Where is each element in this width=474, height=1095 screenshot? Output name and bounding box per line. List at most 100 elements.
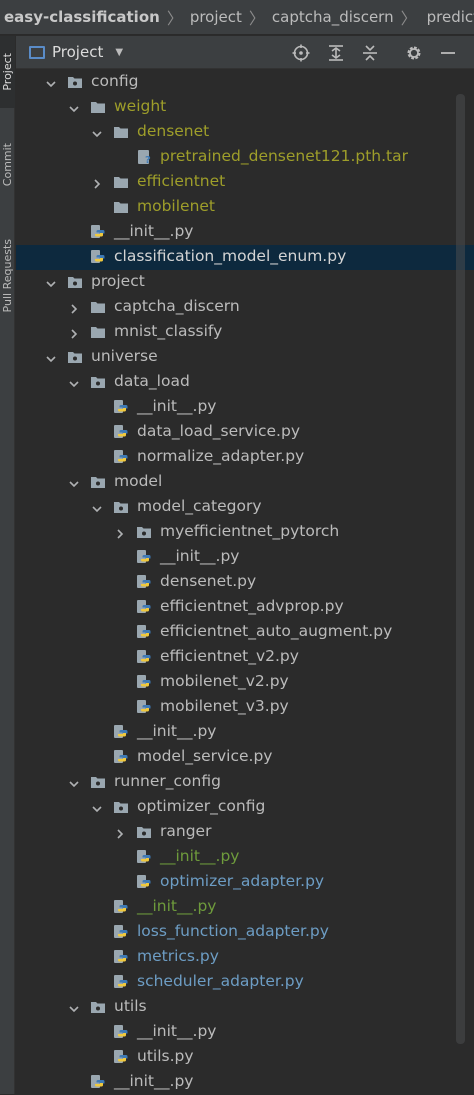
chevron-down-icon[interactable]: ▼ [115,47,123,58]
tree-row[interactable]: loss_function_adapter.py [16,920,474,945]
tree-row[interactable]: classification_model_enum.py [16,245,474,270]
tree-row[interactable]: weight [16,95,474,120]
tree-row[interactable]: mnist_classify [16,320,474,345]
python-file-icon [90,1074,106,1090]
package-folder-icon [67,349,83,365]
chevron-down-icon[interactable] [91,501,103,513]
tree-row[interactable]: mobilenet [16,195,474,220]
chevron-right-icon[interactable] [114,826,126,839]
expand-all-icon[interactable] [326,43,346,63]
tree-row[interactable]: model_category [16,495,474,520]
tree-row[interactable]: data_load [16,370,474,395]
tree-item-label: mobilenet_v3.py [160,697,289,715]
tree-row[interactable]: myefficientnet_pytorch [16,520,474,545]
chevron-right-icon[interactable] [114,526,126,539]
tree-row[interactable]: ranger [16,820,474,845]
window-icon [29,45,45,59]
tree-item-label: efficientnet_auto_augment.py [160,622,393,640]
package-folder-icon [67,74,83,90]
tree-row[interactable]: utils.py [16,1045,474,1070]
chevron-down-icon[interactable] [68,476,80,488]
tree-row[interactable]: captcha_discern [16,295,474,320]
tree-item-label: __init__.py [137,897,217,915]
python-file-icon [136,549,152,565]
tree-row[interactable]: optimizer_adapter.py [16,870,474,895]
tree-row[interactable]: runner_config [16,770,474,795]
tree-row[interactable]: project [16,270,474,295]
tree-row[interactable]: ? pretrained_densenet121.pth.tar [16,145,474,170]
python-file-icon [113,449,129,465]
tree-row[interactable]: data_load_service.py [16,420,474,445]
chevron-down-icon[interactable] [68,101,80,113]
locate-icon[interactable] [291,43,311,63]
tree-item-label: mobilenet [137,197,216,215]
project-tree[interactable]: config weight densenet? pretrained_densenet… [16,70,474,1094]
tree-row[interactable]: __init__.py [16,1070,474,1095]
breadcrumb-item-project[interactable]: project [190,8,242,26]
chevron-right-icon[interactable] [91,176,103,189]
package-folder-icon [90,774,106,790]
tree-row[interactable]: scheduler_adapter.py [16,970,474,995]
tree-row[interactable]: efficientnet_v2.py [16,645,474,670]
chevron-down-icon[interactable] [45,351,57,363]
package-folder-icon [90,999,106,1015]
tree-row[interactable]: optimizer_config [16,795,474,820]
tree-row[interactable]: efficientnet_advprop.py [16,595,474,620]
strip-tab-pull-requests-label: Pull Requests [1,239,14,313]
chevron-down-icon[interactable] [91,126,103,138]
tree-row[interactable]: model_service.py [16,745,474,770]
strip-tab-commit[interactable]: Commit [0,120,15,210]
tree-item-label: __init__.py [137,397,217,415]
breadcrumb-item-captcha[interactable]: captcha_discern [272,8,394,26]
chevron-right-icon: 〉 [248,9,265,28]
tree-row[interactable]: mobilenet_v3.py [16,695,474,720]
tree-row[interactable]: config [16,70,474,95]
minimize-icon[interactable] [438,43,458,63]
tree-row[interactable]: densenet.py [16,570,474,595]
chevron-down-icon[interactable] [68,1001,80,1013]
tree-row[interactable]: __init__.py [16,220,474,245]
tree-row[interactable]: metrics.py [16,945,474,970]
tree-row[interactable]: __init__.py [16,895,474,920]
tree-row[interactable]: utils [16,995,474,1020]
breadcrumb-item-file[interactable]: predict.p [427,8,474,26]
chevron-down-icon[interactable] [68,776,80,788]
chevron-down-icon[interactable] [45,76,57,88]
tree-row[interactable]: __init__.py [16,845,474,870]
chevron-down-icon[interactable] [45,276,57,288]
tree-row[interactable]: efficientnet_auto_augment.py [16,620,474,645]
strip-tab-pull-requests[interactable]: Pull Requests [0,216,15,336]
vertical-scrollbar[interactable] [456,94,465,1044]
python-file-icon [113,1049,129,1065]
tree-row[interactable]: normalize_adapter.py [16,445,474,470]
python-file-icon [113,899,129,915]
tool-window-strip: Project Commit Pull Requests [0,36,15,1094]
chevron-down-icon[interactable] [91,801,103,813]
tree-item-label: model [114,472,163,490]
chevron-down-icon[interactable] [68,376,80,388]
collapse-all-icon[interactable] [360,43,380,63]
tree-row[interactable]: densenet [16,120,474,145]
tree-row[interactable]: efficientnet [16,170,474,195]
chevron-right-icon[interactable] [68,326,80,339]
tree-row[interactable]: __init__.py [16,395,474,420]
tree-item-label: ranger [160,822,212,840]
tree-item-label: classification_model_enum.py [114,247,347,265]
tree-row[interactable]: __init__.py [16,720,474,745]
chevron-right-icon[interactable] [68,301,80,314]
package-folder-icon [113,799,129,815]
project-view-selector[interactable]: Project ▼ [29,43,123,61]
tree-row[interactable]: mobilenet_v2.py [16,670,474,695]
strip-tab-project[interactable]: Project [0,36,15,108]
tree-item-label: captcha_discern [114,297,240,315]
gear-icon[interactable] [404,43,424,63]
tree-item-label: runner_config [114,772,221,790]
tree-row[interactable]: __init__.py [16,1020,474,1045]
tree-row[interactable]: __init__.py [16,545,474,570]
tree-row[interactable]: universe [16,345,474,370]
tree-item-label: normalize_adapter.py [137,447,305,465]
tree-item-label: universe [91,347,158,365]
breadcrumb-item-root[interactable]: easy-classification [4,8,160,26]
tree-row[interactable]: model [16,470,474,495]
folder-icon [113,174,129,190]
